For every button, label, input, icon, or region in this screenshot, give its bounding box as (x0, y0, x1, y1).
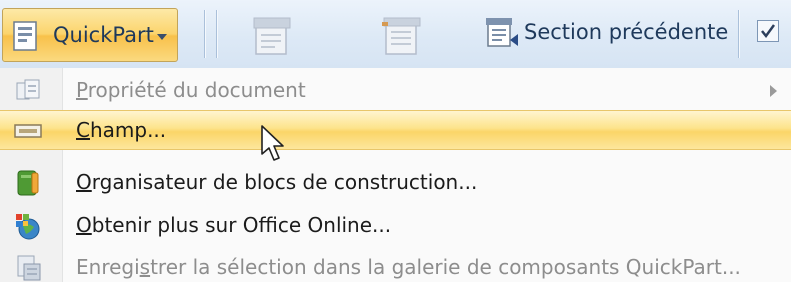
menu-item-building-blocks-organizer[interactable]: Organisateur de blocs de construction... (0, 163, 791, 203)
footer-icon[interactable] (380, 16, 424, 56)
mouse-cursor-icon (261, 125, 284, 161)
ribbon-strip: QuickPart Section précédente (0, 0, 791, 69)
office-online-icon (16, 214, 40, 240)
building-blocks-icon (17, 170, 39, 196)
menu-item-office-online[interactable]: Obtenir plus sur Office Online... (0, 206, 791, 246)
quickpart-menu: Propriété du document Champ... Organisat… (0, 68, 791, 282)
quickpart-label: QuickPart (53, 23, 154, 47)
field-icon (14, 124, 42, 138)
menu-item-label: Enregistrer la sélection dans la galerie… (76, 255, 741, 279)
menu-item-label: Obtenir plus sur Office Online... (76, 213, 392, 237)
quickpart-icon (13, 21, 37, 51)
dropdown-arrow-icon (157, 34, 167, 40)
menu-item-document-property[interactable]: Propriété du document (0, 71, 791, 111)
ribbon-separator (204, 10, 206, 58)
menu-item-label: Champ... (76, 118, 167, 142)
save-selection-icon (17, 255, 41, 281)
menu-item-field[interactable]: Champ... (0, 110, 791, 150)
section-previous-label: Section précédente (524, 20, 729, 44)
ribbon-checkbox[interactable] (757, 20, 779, 42)
checkmark-icon (761, 24, 776, 39)
menu-item-label: Organisateur de blocs de construction... (76, 170, 478, 194)
header-icon[interactable] (250, 16, 294, 56)
submenu-arrow-icon (770, 85, 777, 97)
quickpart-button[interactable]: QuickPart (2, 8, 178, 62)
menu-item-save-selection[interactable]: Enregistrer la sélection dans la galerie… (0, 248, 791, 288)
ribbon-separator (738, 10, 740, 58)
document-property-icon (16, 79, 40, 100)
menu-item-label: Propriété du document (76, 78, 306, 102)
section-previous-icon (486, 18, 518, 47)
ribbon-separator (216, 10, 218, 58)
